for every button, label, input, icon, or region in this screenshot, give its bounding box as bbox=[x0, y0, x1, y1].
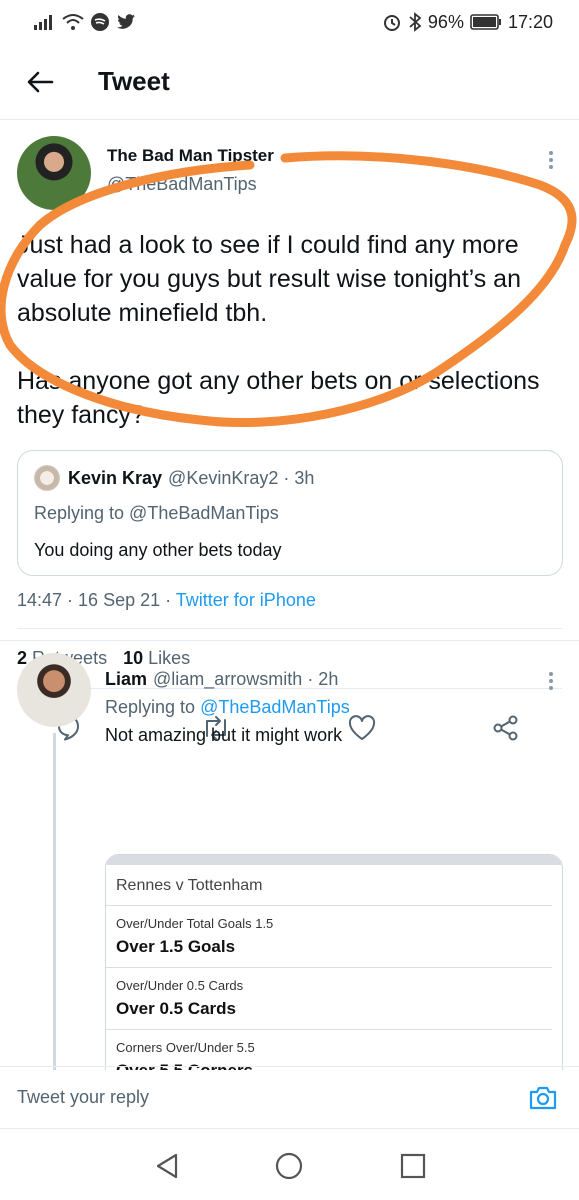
bet-market-label: Corners Over/Under 5.5 bbox=[116, 1040, 255, 1055]
top-bar: Tweet bbox=[0, 44, 579, 120]
wifi-icon bbox=[62, 14, 84, 30]
back-button[interactable] bbox=[20, 62, 60, 102]
reply-avatar[interactable] bbox=[17, 653, 91, 727]
more-options-icon[interactable] bbox=[541, 148, 561, 172]
camera-icon bbox=[529, 1086, 557, 1109]
replying-mention-link[interactable]: @TheBadManTips bbox=[200, 697, 350, 717]
battery-icon bbox=[470, 14, 501, 30]
nav-recents-button[interactable] bbox=[398, 1151, 428, 1181]
twitter-bird-icon bbox=[117, 14, 135, 29]
author-handle[interactable]: @TheBadManTips bbox=[107, 174, 274, 195]
quoted-tweet-header: Kevin Kray @KevinKray2 · 3h bbox=[34, 465, 546, 491]
divider bbox=[17, 628, 562, 629]
reply-handle-time: @liam_arrowsmith · 2h bbox=[153, 669, 339, 689]
reply-author-name[interactable]: Liam bbox=[105, 669, 147, 689]
quoted-replying-to: Replying to @TheBadManTips bbox=[34, 503, 279, 523]
clock: 17:20 bbox=[507, 11, 553, 32]
reply-more-options-icon[interactable] bbox=[541, 669, 561, 693]
system-nav-bar bbox=[0, 1128, 579, 1200]
circle-home-icon bbox=[275, 1152, 303, 1180]
tweet-text-paragraph-1: Just had a look to see if I could find a… bbox=[17, 231, 521, 327]
author-block: The Bad Man Tipster @TheBadManTips bbox=[107, 146, 274, 195]
author-name[interactable]: The Bad Man Tipster bbox=[107, 146, 274, 166]
reply-text: Not amazing but it might work bbox=[105, 725, 343, 745]
tweet-source-link[interactable]: Twitter for iPhone bbox=[176, 590, 316, 610]
tweet-text: Just had a look to see if I could find a… bbox=[17, 228, 562, 432]
bet-slip-row: Over/Under Total Goals 1.5 Over 1.5 Goal… bbox=[106, 906, 552, 968]
status-right-icons: 96% 17:20 bbox=[382, 12, 553, 33]
reply-tweet[interactable]: Liam @liam_arrowsmith · 2h Replying to @T… bbox=[0, 640, 579, 1070]
quoted-avatar bbox=[34, 465, 60, 491]
spotify-icon bbox=[91, 13, 109, 31]
bet-selection: Over 1.5 Goals bbox=[116, 937, 236, 956]
bet-slip-image[interactable]: Rennes v Tottenham Over/Under Total Goal… bbox=[105, 854, 563, 1070]
camera-button[interactable] bbox=[525, 1080, 561, 1116]
battery-percent: 96% bbox=[427, 11, 464, 32]
bet-slip-match: Rennes v Tottenham bbox=[106, 865, 552, 906]
nav-back-button[interactable] bbox=[152, 1151, 182, 1181]
bet-slip-row: Over/Under 0.5 Cards Over 0.5 Cards bbox=[106, 968, 552, 1030]
quoted-text: You doing any other bets today bbox=[34, 540, 282, 560]
alarm-icon bbox=[383, 15, 400, 31]
bet-market-label: Over/Under 0.5 Cards bbox=[116, 978, 244, 993]
quoted-name: Kevin Kray bbox=[68, 467, 163, 488]
reply-composer-bar: Tweet your reply bbox=[0, 1066, 579, 1128]
tweet-text-paragraph-2: Has anyone got any other bets on or sele… bbox=[17, 367, 540, 429]
page-title: Tweet bbox=[98, 66, 170, 96]
tweet-meta: 14:47 · 16 Sep 21 · Twitter for iPhone bbox=[17, 590, 316, 611]
quoted-tweet-card[interactable]: Kevin Kray @KevinKray2 · 3h Replying to … bbox=[17, 450, 563, 576]
reply-header: Liam @liam_arrowsmith · 2h bbox=[105, 669, 338, 690]
reply-input[interactable]: Tweet your reply bbox=[17, 1087, 525, 1108]
status-left-icons bbox=[34, 12, 136, 32]
square-recents-icon bbox=[400, 1153, 426, 1179]
bet-market-label: Over/Under Total Goals 1.5 bbox=[116, 916, 274, 931]
quoted-handle-time: @KevinKray2 · 3h bbox=[168, 467, 315, 488]
bet-slip-header-strip bbox=[106, 855, 562, 865]
reply-replying-to: Replying to @TheBadManTips bbox=[105, 697, 350, 718]
status-bar: 96% 17:20 bbox=[0, 0, 579, 44]
replying-prefix: Replying to bbox=[105, 697, 201, 717]
back-arrow-icon bbox=[27, 71, 54, 92]
triangle-back-icon bbox=[156, 1153, 178, 1179]
nav-home-button[interactable] bbox=[274, 1151, 304, 1181]
bluetooth-icon bbox=[409, 12, 422, 32]
thread-line bbox=[53, 733, 56, 1070]
signal-icon bbox=[34, 15, 52, 30]
bet-selection: Over 0.5 Cards bbox=[116, 999, 237, 1018]
author-avatar[interactable] bbox=[17, 136, 91, 210]
tweet-timestamp: 14:47 · 16 Sep 21 · bbox=[17, 590, 176, 610]
bet-slip-row: Corners Over/Under 5.5 Over 5.5 Corners bbox=[106, 1030, 552, 1070]
